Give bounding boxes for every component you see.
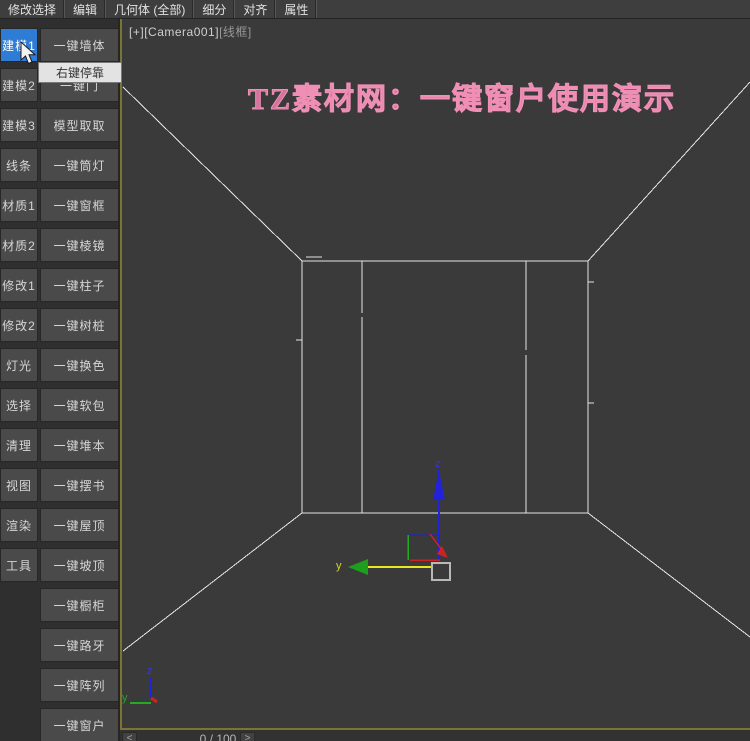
action-button-3[interactable]: 一键筒灯 [40, 148, 119, 182]
y-axis-arrow-icon [348, 559, 368, 575]
action-button-5[interactable]: 一键棱镜 [40, 228, 119, 262]
action-button-13[interactable]: 一键坡顶 [40, 548, 119, 582]
category-button-12[interactable]: 渲染 [0, 508, 38, 542]
action-button-7[interactable]: 一键树桩 [40, 308, 119, 342]
action-button-12[interactable]: 一键屋顶 [40, 508, 119, 542]
action-button-2[interactable]: 模型取取 [40, 108, 119, 142]
category-button-7[interactable]: 修改2 [0, 308, 38, 342]
menu-bar: 修改选择 编辑 几何体 (全部) 细分 对齐 属性 [0, 0, 750, 19]
menu-item-0[interactable]: 修改选择 [0, 0, 66, 18]
world-axis-tripod: z y [122, 665, 158, 704]
time-slider-bar: < 0 / 100 > [120, 728, 750, 741]
pivot-box [431, 562, 451, 581]
category-button-2[interactable]: 建模3 [0, 108, 38, 142]
category-button-1[interactable]: 建模2 [0, 68, 38, 102]
room-wireframe [122, 81, 750, 652]
action-button-8[interactable]: 一键换色 [40, 348, 119, 382]
action-button-4[interactable]: 一键窗框 [40, 188, 119, 222]
gizmo-z-label: z [435, 458, 441, 470]
action-button-16[interactable]: 一键阵列 [40, 668, 119, 702]
category-button-3[interactable]: 线条 [0, 148, 38, 182]
category-button-8[interactable]: 灯光 [0, 348, 38, 382]
menu-item-1[interactable]: 编辑 [65, 0, 107, 18]
category-button-9[interactable]: 选择 [0, 388, 38, 422]
category-button-11[interactable]: 视图 [0, 468, 38, 502]
menu-item-3[interactable]: 细分 [194, 0, 236, 18]
category-button-4[interactable]: 材质1 [0, 188, 38, 222]
action-button-0[interactable]: 一键墙体 [40, 28, 119, 62]
world-z-label: z [147, 665, 153, 677]
action-button-17[interactable]: 一键窗户 [40, 708, 119, 741]
action-button-10[interactable]: 一键堆本 [40, 428, 119, 462]
action-button-11[interactable]: 一键摆书 [40, 468, 119, 502]
line-break [360, 313, 365, 317]
previous-frame-button[interactable]: < [122, 732, 137, 741]
menu-item-5[interactable]: 属性 [276, 0, 318, 18]
menu-item-4[interactable]: 对齐 [235, 0, 277, 18]
z-axis-arrow-icon [433, 470, 445, 500]
wireframe-scene: z y z y [122, 81, 750, 704]
viewport-canvas[interactable]: [+][Camera001][线框] TZ素材网：一键窗户使用演示 z y z … [120, 18, 750, 730]
gizmo-y-label: y [336, 560, 342, 572]
category-button-6[interactable]: 修改1 [0, 268, 38, 302]
action-button-14[interactable]: 一键橱柜 [40, 588, 119, 622]
plugin-sidebar: 建模1 建模2 建模3 线条 材质1 材质2 修改1 修改2 灯光 选择 清理 视图 渲染 工具 一键墙体一… [0, 18, 120, 741]
transform-gizmo[interactable]: z y [336, 458, 451, 581]
action-button-9[interactable]: 一键软包 [40, 388, 119, 422]
category-button-5[interactable]: 材质2 [0, 228, 38, 262]
mouse-cursor-icon [20, 41, 37, 65]
category-button-10[interactable]: 清理 [0, 428, 38, 462]
category-button-13[interactable]: 工具 [0, 548, 38, 582]
world-y-label: y [122, 692, 128, 704]
action-button-15[interactable]: 一键路牙 [40, 628, 119, 662]
application-window: 修改选择 编辑 几何体 (全部) 细分 对齐 属性 建模1 建模2 建模3 线条 材质1 材质2 修改… [0, 0, 750, 741]
menu-item-2[interactable]: 几何体 (全部) [106, 0, 195, 18]
next-frame-button[interactable]: > [240, 732, 255, 741]
tooltip: 右键停靠 [38, 62, 122, 83]
line-break [524, 350, 529, 355]
action-button-6[interactable]: 一键柱子 [40, 268, 119, 302]
